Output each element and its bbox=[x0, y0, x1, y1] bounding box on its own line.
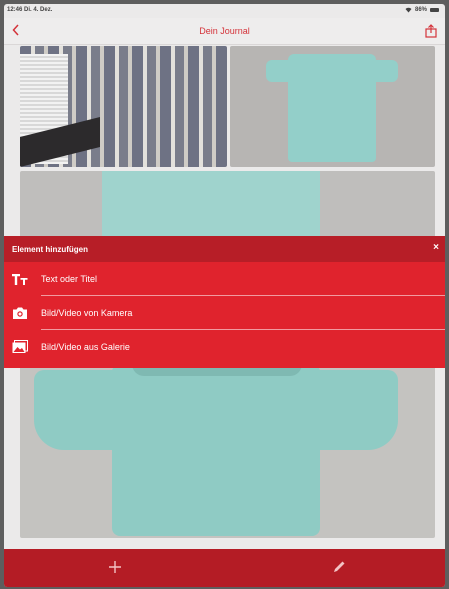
add-gallery-label: Bild/Video aus Galerie bbox=[41, 342, 130, 352]
add-camera-button[interactable]: Bild/Video von Kamera bbox=[4, 296, 445, 330]
photo-detail bbox=[102, 171, 320, 246]
journal-photo-shirt-large[interactable] bbox=[20, 362, 435, 538]
panel-title: Element hinzufügen bbox=[12, 245, 88, 254]
status-bar: 12:46 Di. 4. Dez. 86% bbox=[4, 4, 445, 18]
add-gallery-button[interactable]: Bild/Video aus Galerie bbox=[4, 330, 445, 364]
add-text-label: Text oder Titel bbox=[41, 274, 98, 284]
plus-icon[interactable] bbox=[108, 560, 122, 574]
camera-icon bbox=[13, 307, 27, 319]
battery-icon bbox=[430, 8, 439, 12]
add-element-panel: Element hinzufügen × Text oder Titel Bil… bbox=[4, 236, 445, 368]
panel-header: Element hinzufügen × bbox=[4, 236, 445, 262]
add-camera-label: Bild/Video von Kamera bbox=[41, 308, 133, 318]
gallery-icon bbox=[12, 340, 28, 353]
status-time: 12:46 Di. 4. Dez. bbox=[7, 7, 52, 13]
page-title: Dein Journal bbox=[199, 26, 250, 36]
status-date: Di. 4. Dez. bbox=[24, 7, 53, 13]
journal-photo-closeup[interactable] bbox=[20, 171, 435, 246]
journal-photo-shirt[interactable] bbox=[230, 46, 435, 167]
close-icon[interactable]: × bbox=[433, 242, 439, 253]
text-format-icon bbox=[12, 274, 28, 285]
add-text-button[interactable]: Text oder Titel bbox=[4, 262, 445, 296]
battery-percent: 86% bbox=[414, 7, 427, 13]
journal-photo-fabric[interactable] bbox=[20, 46, 227, 167]
share-icon[interactable] bbox=[425, 24, 437, 38]
photo-detail bbox=[266, 54, 398, 162]
photo-detail bbox=[34, 364, 398, 536]
app-screen: 12:46 Di. 4. Dez. 86% Dein Journal Eleme… bbox=[4, 4, 445, 587]
status-clock: 12:46 bbox=[7, 7, 23, 13]
bottom-toolbar bbox=[4, 549, 445, 587]
navigation-bar: Dein Journal bbox=[4, 18, 445, 45]
pencil-icon[interactable] bbox=[332, 560, 346, 574]
status-right: 86% bbox=[405, 7, 439, 13]
wifi-icon bbox=[405, 7, 412, 13]
